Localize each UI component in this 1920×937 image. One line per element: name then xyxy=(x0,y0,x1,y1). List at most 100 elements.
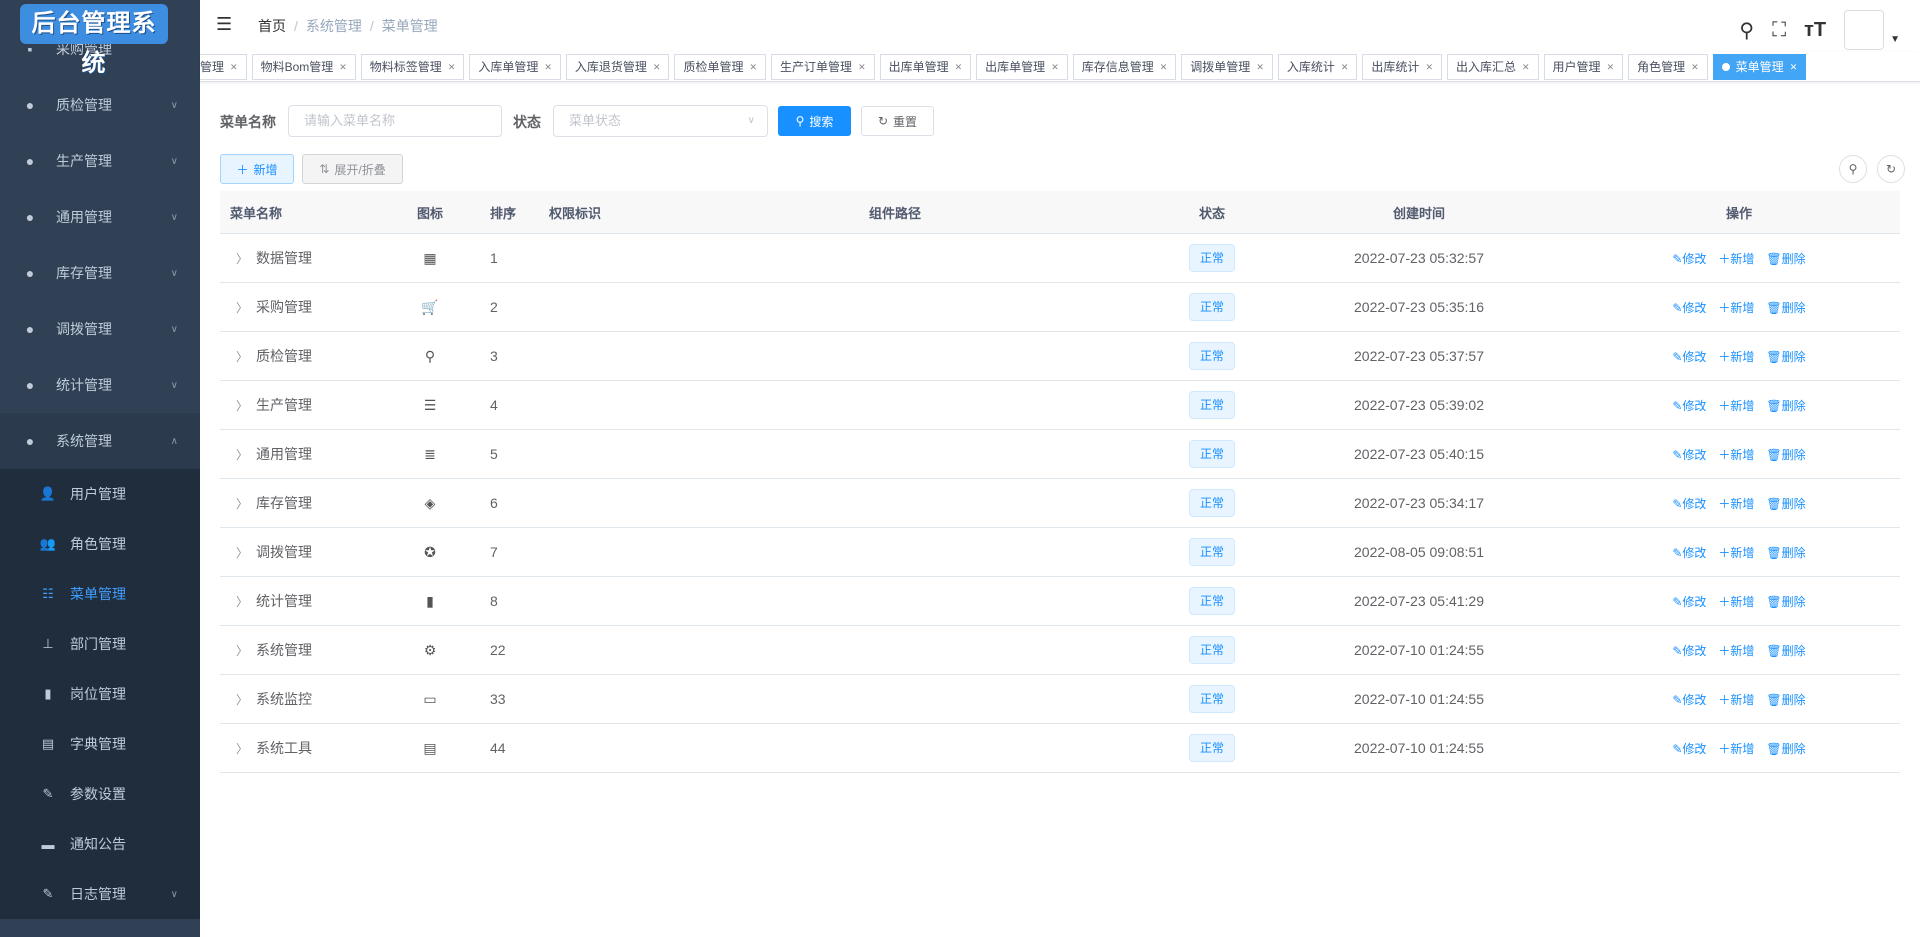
add-child-button[interactable]: ＋新增 xyxy=(1718,299,1754,316)
status-select[interactable]: 菜单状态∨ xyxy=(553,105,768,137)
close-icon[interactable]: ✕ xyxy=(1790,55,1798,79)
add-child-button[interactable]: ＋新增 xyxy=(1718,495,1754,512)
add-child-button[interactable]: ＋新增 xyxy=(1718,348,1754,365)
close-icon[interactable]: ✕ xyxy=(1607,55,1615,79)
delete-button[interactable]: 🗑删除 xyxy=(1766,691,1805,708)
tab-0[interactable]: 管理✕ xyxy=(200,54,247,80)
tab-2[interactable]: 物料标签管理✕ xyxy=(361,54,465,80)
close-icon[interactable]: ✕ xyxy=(1256,55,1264,79)
delete-button[interactable]: 🗑删除 xyxy=(1766,250,1805,267)
tab-3[interactable]: 入库单管理✕ xyxy=(469,54,561,80)
add-child-button[interactable]: ＋新增 xyxy=(1718,397,1754,414)
tab-1[interactable]: 物料Bom管理✕ xyxy=(252,54,356,80)
avatar[interactable] xyxy=(1844,10,1884,50)
caret-down-icon[interactable]: ▼ xyxy=(1890,34,1900,45)
tab-4[interactable]: 入库退货管理✕ xyxy=(566,54,670,80)
expand-chevron-icon[interactable]: 〉 xyxy=(236,593,248,610)
edit-button[interactable]: ✎修改 xyxy=(1672,250,1706,267)
add-child-button[interactable]: ＋新增 xyxy=(1718,740,1754,757)
tab-7[interactable]: 出库单管理✕ xyxy=(880,54,972,80)
add-button[interactable]: ＋新增 xyxy=(220,154,294,184)
tab-9[interactable]: 库存信息管理✕ xyxy=(1073,54,1177,80)
edit-button[interactable]: ✎修改 xyxy=(1672,740,1706,757)
breadcrumb-home[interactable]: 首页 xyxy=(258,18,286,34)
sidebar-subitem-5[interactable]: ▤字典管理 xyxy=(0,719,200,769)
tab-14[interactable]: 用户管理✕ xyxy=(1544,54,1624,80)
delete-button[interactable]: 🗑删除 xyxy=(1766,642,1805,659)
close-icon[interactable]: ✕ xyxy=(1691,55,1699,79)
expand-chevron-icon[interactable]: 〉 xyxy=(236,544,248,561)
sidebar-subitem-8[interactable]: ✎日志管理∨ xyxy=(0,869,200,919)
tab-8[interactable]: 出库单管理✕ xyxy=(976,54,1068,80)
hamburger-icon[interactable]: ☰ xyxy=(216,14,232,35)
edit-button[interactable]: ✎修改 xyxy=(1672,593,1706,610)
close-icon[interactable]: ✕ xyxy=(448,55,456,79)
tab-5[interactable]: 质检单管理✕ xyxy=(674,54,766,80)
sidebar-subitem-4[interactable]: ▮岗位管理 xyxy=(0,669,200,719)
add-child-button[interactable]: ＋新增 xyxy=(1718,544,1754,561)
tab-15[interactable]: 角色管理✕ xyxy=(1628,54,1708,80)
sidebar-item-0[interactable]: ●质检管理∨ xyxy=(0,77,200,133)
edit-button[interactable]: ✎修改 xyxy=(1672,544,1706,561)
sidebar-item-6[interactable]: ●系统管理∧ xyxy=(0,413,200,469)
expand-chevron-icon[interactable]: 〉 xyxy=(236,495,248,512)
tab-12[interactable]: 出库统计✕ xyxy=(1362,54,1442,80)
expand-chevron-icon[interactable]: 〉 xyxy=(236,250,248,267)
sidebar-item-1[interactable]: ●生产管理∨ xyxy=(0,133,200,189)
delete-button[interactable]: 🗑删除 xyxy=(1766,593,1805,610)
close-icon[interactable]: ✕ xyxy=(544,55,552,79)
close-icon[interactable]: ✕ xyxy=(1425,55,1433,79)
refresh-button[interactable]: ↻ xyxy=(1877,155,1905,183)
reset-button[interactable]: ↻重置 xyxy=(861,106,934,136)
delete-button[interactable]: 🗑删除 xyxy=(1766,397,1805,414)
close-icon[interactable]: ✕ xyxy=(1341,55,1349,79)
add-child-button[interactable]: ＋新增 xyxy=(1718,593,1754,610)
close-icon[interactable]: ✕ xyxy=(955,55,963,79)
sidebar-subitem-6[interactable]: ✎参数设置 xyxy=(0,769,200,819)
expand-chevron-icon[interactable]: 〉 xyxy=(236,446,248,463)
edit-button[interactable]: ✎修改 xyxy=(1672,299,1706,316)
close-icon[interactable]: ✕ xyxy=(858,55,866,79)
close-icon[interactable]: ✕ xyxy=(339,55,347,79)
sidebar-subitem-3[interactable]: ⊥部门管理 xyxy=(0,619,200,669)
close-icon[interactable]: ✕ xyxy=(1522,55,1530,79)
expand-chevron-icon[interactable]: 〉 xyxy=(236,691,248,708)
delete-button[interactable]: 🗑删除 xyxy=(1766,544,1805,561)
sidebar-item-5[interactable]: ●统计管理∨ xyxy=(0,357,200,413)
add-child-button[interactable]: ＋新增 xyxy=(1718,691,1754,708)
tab-13[interactable]: 出入库汇总✕ xyxy=(1447,54,1539,80)
edit-button[interactable]: ✎修改 xyxy=(1672,397,1706,414)
font-size-icon[interactable]: тT xyxy=(1804,19,1826,42)
expand-collapse-button[interactable]: ⇅展开/折叠 xyxy=(302,154,403,184)
close-icon[interactable]: ✕ xyxy=(653,55,661,79)
edit-button[interactable]: ✎修改 xyxy=(1672,642,1706,659)
sidebar-item-3[interactable]: ●库存管理∨ xyxy=(0,245,200,301)
edit-button[interactable]: ✎修改 xyxy=(1672,348,1706,365)
close-icon[interactable]: ✕ xyxy=(1160,55,1168,79)
sidebar-subitem-2[interactable]: ☷菜单管理 xyxy=(0,569,200,619)
toggle-search-button[interactable]: ⚲ xyxy=(1839,155,1867,183)
close-icon[interactable]: ✕ xyxy=(1051,55,1059,79)
menu-name-input[interactable]: 请输入菜单名称 xyxy=(288,105,502,137)
add-child-button[interactable]: ＋新增 xyxy=(1718,250,1754,267)
expand-chevron-icon[interactable]: 〉 xyxy=(236,740,248,757)
edit-button[interactable]: ✎修改 xyxy=(1672,495,1706,512)
expand-chevron-icon[interactable]: 〉 xyxy=(236,397,248,414)
add-child-button[interactable]: ＋新增 xyxy=(1718,642,1754,659)
tab-11[interactable]: 入库统计✕ xyxy=(1278,54,1358,80)
sidebar-subitem-0[interactable]: 👤用户管理 xyxy=(0,469,200,519)
delete-button[interactable]: 🗑删除 xyxy=(1766,446,1805,463)
tab-10[interactable]: 调拨单管理✕ xyxy=(1181,54,1273,80)
search-button[interactable]: ⚲搜索 xyxy=(778,106,851,136)
close-icon[interactable]: ✕ xyxy=(230,55,238,79)
delete-button[interactable]: 🗑删除 xyxy=(1766,495,1805,512)
tab-6[interactable]: 生产订单管理✕ xyxy=(771,54,875,80)
tab-16[interactable]: 菜单管理✕ xyxy=(1713,54,1807,80)
search-icon[interactable]: ⚲ xyxy=(1739,18,1754,43)
delete-button[interactable]: 🗑删除 xyxy=(1766,348,1805,365)
expand-chevron-icon[interactable]: 〉 xyxy=(236,642,248,659)
expand-chevron-icon[interactable]: 〉 xyxy=(236,299,248,316)
sidebar-subitem-7[interactable]: ▬通知公告 xyxy=(0,819,200,869)
delete-button[interactable]: 🗑删除 xyxy=(1766,299,1805,316)
sidebar-item-4[interactable]: ●调拨管理∨ xyxy=(0,301,200,357)
